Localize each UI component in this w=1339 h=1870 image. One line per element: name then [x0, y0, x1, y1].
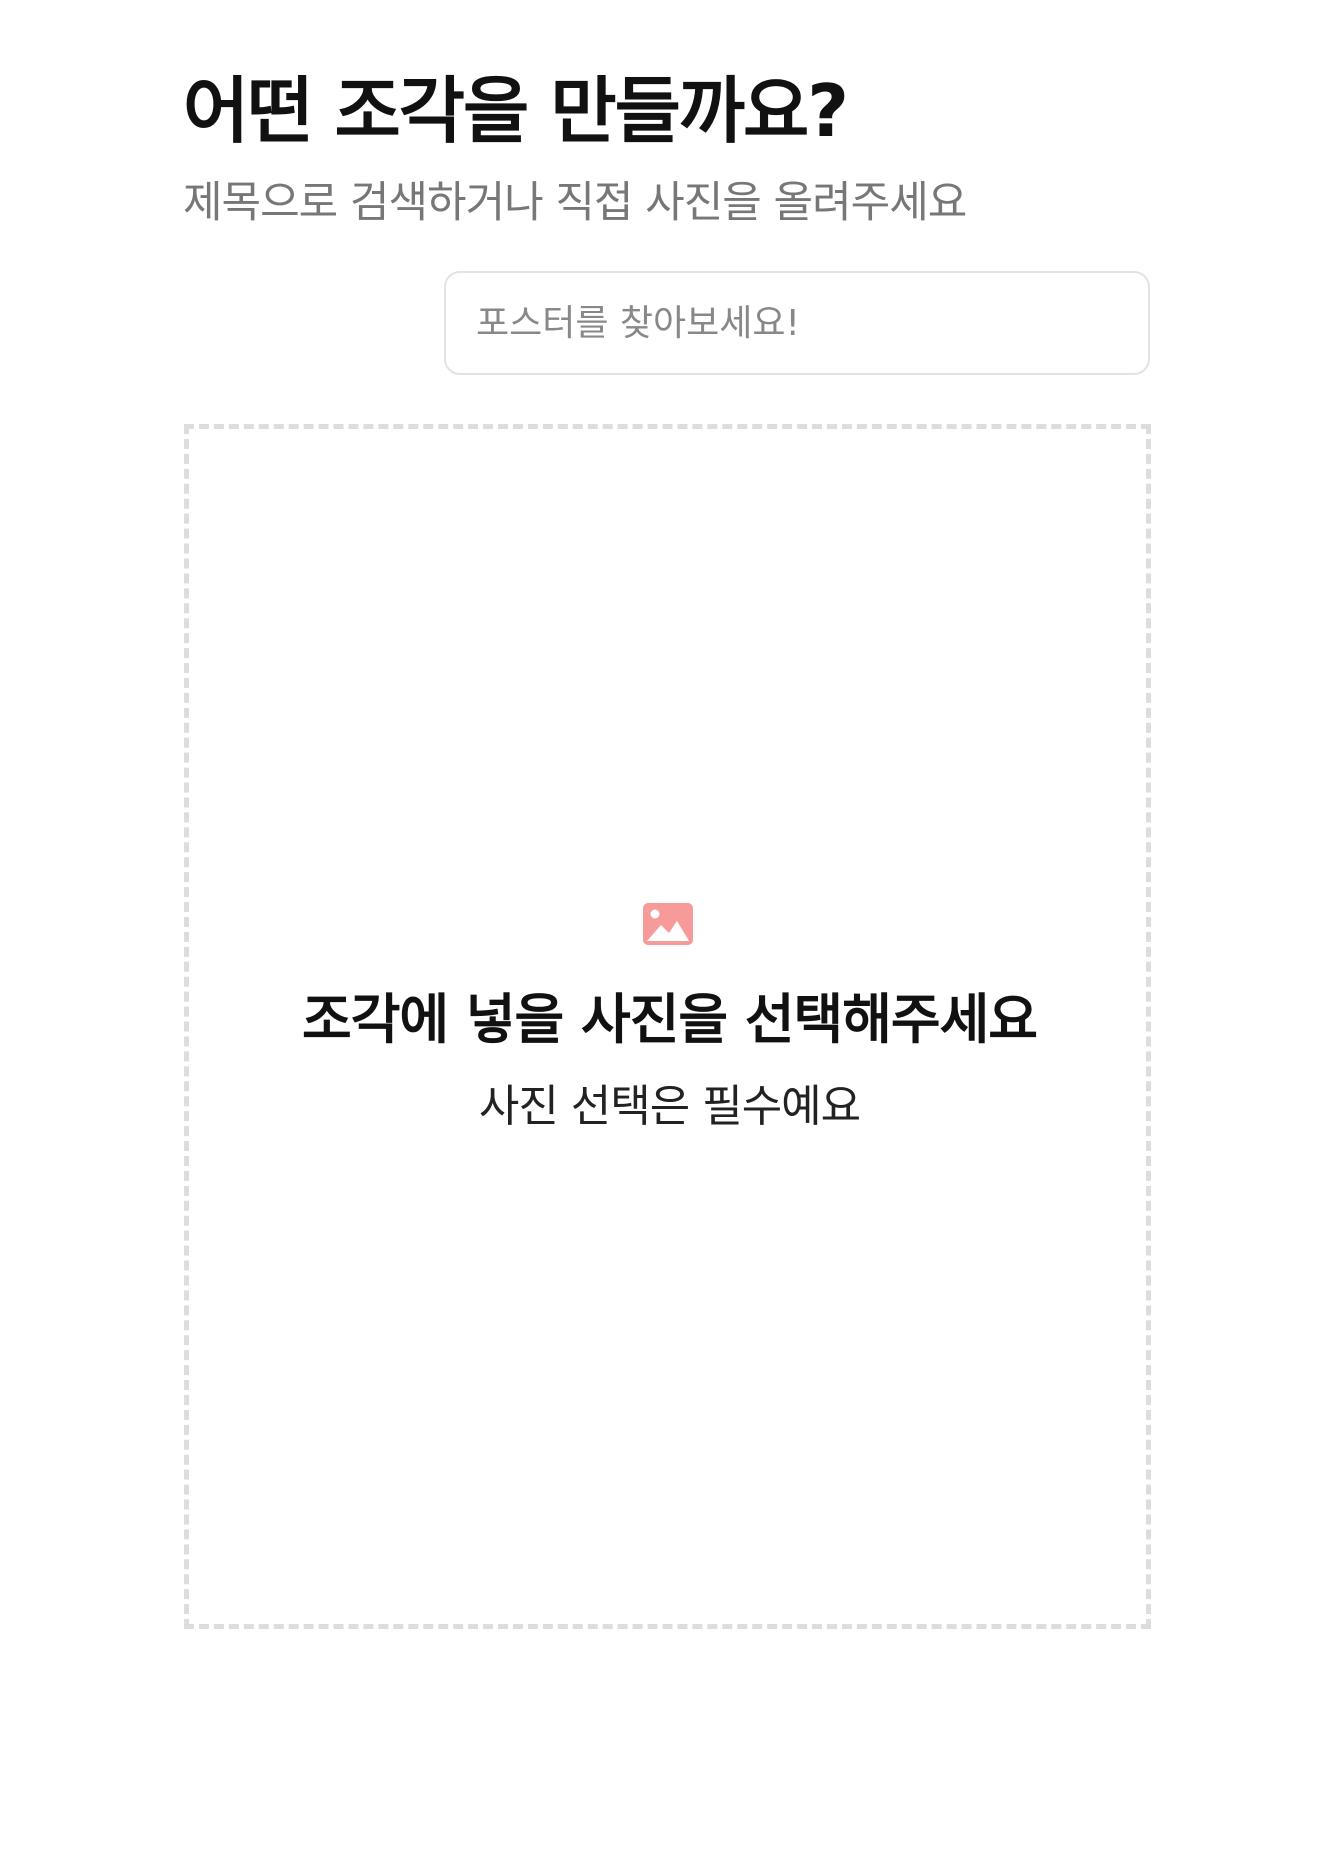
page: 어떤 조각을 만들까요? 제목으로 검색하거나 직접 사진을 올려주세요 조각에…	[0, 0, 1339, 1870]
upload-title: 조각에 넣을 사진을 선택해주세요	[302, 988, 1038, 1051]
page-title: 어떤 조각을 만들까요?	[183, 69, 849, 153]
page-subtitle: 제목으로 검색하거나 직접 사진을 올려주세요	[183, 178, 967, 228]
upload-subtitle: 사진 선택은 필수예요	[478, 1081, 861, 1132]
poster-search-input[interactable]	[444, 271, 1150, 375]
image-icon	[643, 903, 693, 945]
